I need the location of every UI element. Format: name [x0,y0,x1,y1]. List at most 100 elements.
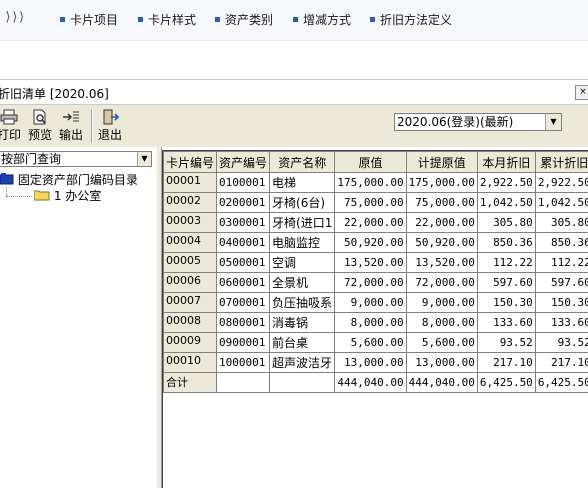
close-icon: × [579,87,587,97]
table-cell: 133.60 [476,312,536,333]
folder-icon [33,190,50,201]
nav-item-label: 卡片项目 [70,13,119,27]
close-window-button[interactable]: × [575,85,588,100]
table-cell: 72,000.00 [334,272,407,293]
nav-item-card-style[interactable]: 卡片样式 [138,12,196,28]
column-header[interactable]: 计提原值 [405,151,478,173]
table-cell: 1000001 [216,352,271,373]
table-cell: 597.60 [534,272,588,293]
table-cell: 消毒锅 [269,312,336,333]
tree-node-label: 1 办公室 [53,189,102,203]
tree-root-label: 固定资产部门编码目录 [17,173,138,187]
table-body: 00001 0100001 电梯 175,000.00 175,000.00 2,922.… [163,172,588,393]
exit-label: 退出 [97,128,122,142]
nav-item-label: 增减方式 [303,13,352,27]
table-cell: 22,000.00 [405,212,478,233]
table-cell: 全景机 [269,272,336,293]
nav-item-label: 卡片样式 [148,13,197,27]
export-label: 输出 [58,128,83,142]
table-cell: 75,000.00 [334,192,407,213]
table-cell: 0900001 [216,332,271,353]
dept-query-dropdown[interactable]: 按部门查询 ▼ [0,151,152,167]
table-cell: 8,000.00 [405,312,478,333]
export-button[interactable]: 输出 [57,109,85,143]
nav-item-card-items[interactable]: 卡片项目 [60,12,118,28]
print-label: 打印 [0,128,21,142]
table-cell: 00007 [163,292,218,313]
nav-item-label: 资产类别 [225,13,274,27]
export-icon [63,111,79,122]
tree-root-node[interactable]: 固定资产部门编码目录 [0,173,138,187]
table-cell: 00005 [163,252,218,273]
table-cell: 5,600.00 [405,332,478,353]
column-header[interactable]: 资产名称 [269,151,336,173]
table-cell: 0500001 [216,252,271,273]
table-row[interactable]: 00008 0800001 消毒锅 8,000.00 8,000.00 133.60 133… [163,312,588,333]
bullet-icon [293,17,298,22]
table-row[interactable]: 00001 0100001 电梯 175,000.00 175,000.00 2,922.… [163,172,588,193]
preview-icon [33,109,46,125]
workspace-band [0,40,588,78]
table-cell: 0800001 [216,312,271,333]
dropdown-arrow-icon: ▼ [137,152,151,166]
print-button[interactable]: 打印 [0,109,22,143]
table-cell: 112.22 [476,252,536,273]
column-header[interactable]: 累计折旧 [534,151,588,173]
nav-expand-icon[interactable]: ⟩⟩⟩ [4,10,26,25]
table-cell: 00002 [163,192,218,213]
table-cell: 00009 [163,332,218,353]
exit-button[interactable]: 退出 [96,109,124,143]
table-cell: 13,000.00 [405,352,478,373]
period-dropdown[interactable]: 2020.06(登录)(最新) ▼ [394,113,562,131]
table-cell: 305.80 [476,212,536,233]
printer-icon [0,109,18,125]
column-header[interactable]: 卡片编号 [163,151,218,173]
table-header-row: 卡片编号 资产编号 资产名称 原值 计提原值 本月折旧 累计折旧 [163,151,588,173]
table-row[interactable]: 00002 0200001 牙椅(6台) 75,000.00 75,000.00 1,04… [163,192,588,213]
table-cell: 112.22 [534,252,588,273]
table-cell: 217.10 [476,352,536,373]
table-row[interactable]: 00006 0600001 全景机 72,000.00 72,000.00 597.60 5… [163,272,588,293]
table-row[interactable]: 00010 1000001 超声波洁牙 13,000.00 13,000.00 217.1… [163,352,588,373]
table-cell: 前台桌 [269,332,336,353]
tree-node-office[interactable]: 1 办公室 [33,189,102,203]
preview-button[interactable]: 预览 [26,109,54,143]
nav-item-depreciation-method[interactable]: 折旧方法定义 [370,12,452,28]
table-cell: 0100001 [216,172,271,193]
bullet-icon [370,17,375,22]
table-cell: 00010 [163,352,218,373]
table-cell: 133.60 [534,312,588,333]
table-cell: 5,600.00 [334,332,407,353]
column-header[interactable]: 本月折旧 [476,151,536,173]
column-header[interactable]: 资产编号 [216,151,271,173]
table-cell: 电脑监控 [269,232,336,253]
exit-door-icon [103,109,119,125]
table-cell: 1,042.50 [476,192,536,213]
table-cell: 2,922.50 [476,172,536,193]
window-titlebar: 折旧清单 [2020.06] × [0,79,588,105]
table-cell: 牙椅(进口1 [269,212,336,233]
table-cell: 13,000.00 [334,352,407,373]
total-cell: 444,040.00 [405,372,478,393]
table-row[interactable]: 00005 0500001 空调 13,520.00 13,520.00 112.22 11… [163,252,588,273]
nav-item-asset-category[interactable]: 资产类别 [215,12,273,28]
table-cell: 00003 [163,212,218,233]
window-title: 折旧清单 [2020.06] [0,87,109,101]
nav-item-label: 折旧方法定义 [380,13,453,27]
table-cell: 217.10 [534,352,588,373]
table-cell: 305.80 [534,212,588,233]
table-cell: 175,000.00 [405,172,478,193]
table-cell: 50,920.00 [334,232,407,253]
table-row[interactable]: 00004 0400001 电脑监控 50,920.00 50,920.00 850.36… [163,232,588,253]
table-cell: 0700001 [216,292,271,313]
bullet-icon [138,17,143,22]
table-row[interactable]: 00009 0900001 前台桌 5,600.00 5,600.00 93.52 93.5… [163,332,588,353]
column-header[interactable]: 原值 [334,151,407,173]
table-cell: 0600001 [216,272,271,293]
table-cell: 9,000.00 [405,292,478,313]
table-row[interactable]: 00003 0300001 牙椅(进口1 22,000.00 22,000.00 305.… [163,212,588,233]
table-row[interactable]: 00007 0700001 负压抽吸系 9,000.00 9,000.00 150.30 1… [163,292,588,313]
nav-item-change-method[interactable]: 增减方式 [293,12,351,28]
department-tree-panel: 按部门查询 ▼ 固定资产部门编码目录 1 办公室 [0,147,158,488]
period-value: 2020.06(登录)(最新) [397,115,514,129]
